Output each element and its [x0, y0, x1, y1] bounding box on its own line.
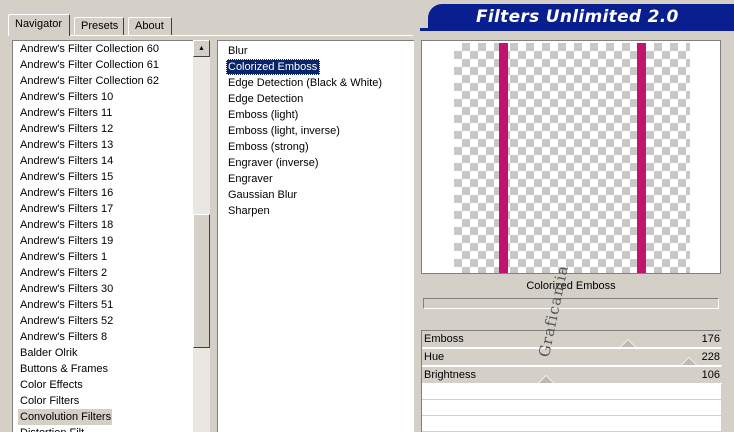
category-item[interactable]: Andrew's Filters 13 [13, 137, 193, 153]
title-banner-underline [420, 28, 734, 31]
category-item[interactable]: Andrew's Filters 30 [13, 281, 193, 297]
category-item[interactable]: Andrew's Filters 18 [13, 217, 193, 233]
filter-item[interactable]: Emboss (light, inverse) [218, 123, 414, 139]
param-value: 176 [701, 333, 720, 345]
preview-frame [421, 40, 721, 274]
filter-item[interactable]: Sharpen [218, 203, 414, 219]
category-scrollbar[interactable]: ▲ [193, 40, 210, 432]
filter-list[interactable]: Blur Colorized Emboss Edge Detection (Blac… [217, 40, 414, 432]
filter-item[interactable]: Colorized Emboss [226, 59, 320, 75]
scroll-up-button[interactable]: ▲ [193, 40, 210, 57]
category-item[interactable]: Andrew's Filters 19 [13, 233, 193, 249]
category-item[interactable]: Andrew's Filters 1 [13, 249, 193, 265]
category-item[interactable]: Andrew's Filter Collection 62 [13, 73, 193, 89]
arrow-up-icon: ▲ [198, 45, 205, 52]
category-item[interactable]: Andrew's Filters 14 [13, 153, 193, 169]
preview-image [454, 43, 690, 273]
category-item[interactable]: Andrew's Filters 2 [13, 265, 193, 281]
scroll-thumb[interactable] [193, 214, 210, 348]
filter-item[interactable]: Emboss (light) [218, 107, 414, 123]
slider-marker[interactable] [620, 339, 636, 347]
slider-marker[interactable] [538, 375, 554, 383]
param-row-emboss[interactable]: Emboss 176 [422, 331, 722, 348]
param-value: 228 [701, 351, 720, 363]
filter-item[interactable]: Blur [218, 43, 414, 59]
category-item[interactable]: Convolution Filters [18, 409, 112, 425]
category-item[interactable]: Andrew's Filter Collection 60 [13, 41, 193, 57]
param-row-brightness[interactable]: Brightness 106 [422, 367, 722, 384]
empty-param-row [422, 401, 722, 416]
filter-item[interactable]: Engraver [218, 171, 414, 187]
category-item[interactable]: Andrew's Filters 11 [13, 105, 193, 121]
category-item[interactable]: Color Filters [13, 393, 193, 409]
category-item[interactable]: Balder Olrik [13, 345, 193, 361]
category-list[interactable]: Andrew's Filter Collection 60 Andrew's Fi… [12, 40, 193, 432]
category-item[interactable]: Color Effects [13, 377, 193, 393]
filter-item[interactable]: Emboss (strong) [218, 139, 414, 155]
category-item[interactable]: Andrew's Filters 12 [13, 121, 193, 137]
category-item[interactable]: Andrew's Filters 10 [13, 89, 193, 105]
category-item[interactable]: Andrew's Filters 8 [13, 329, 193, 345]
category-item[interactable]: Andrew's Filter Collection 61 [13, 57, 193, 73]
param-value: 106 [701, 369, 720, 381]
category-item[interactable]: Buttons & Frames [13, 361, 193, 377]
progress-bar [423, 298, 719, 309]
filter-item[interactable]: Gaussian Blur [218, 187, 414, 203]
param-label: Emboss [424, 333, 464, 345]
category-item[interactable]: Andrew's Filters 52 [13, 313, 193, 329]
tab-label: Navigator [15, 18, 63, 30]
preview-stripe-left [499, 43, 508, 273]
tab-presets[interactable]: Presets [74, 17, 124, 36]
category-item[interactable]: Andrew's Filters 15 [13, 169, 193, 185]
app-title-banner: Filters Unlimited 2.0 [428, 4, 734, 29]
slider-marker[interactable] [681, 357, 697, 365]
filter-item[interactable]: Engraver (inverse) [218, 155, 414, 171]
tab-about[interactable]: About [128, 17, 172, 36]
preview-caption: Colorized Emboss [526, 280, 616, 292]
category-item[interactable]: Distortion Filt... [13, 425, 193, 432]
category-item[interactable]: Andrew's Filters 51 [13, 297, 193, 313]
preview-stripe-right [637, 43, 646, 273]
category-item[interactable]: Andrew's Filters 16 [13, 185, 193, 201]
empty-param-row [422, 417, 722, 432]
param-label: Hue [424, 351, 445, 363]
tab-navigator[interactable]: Navigator [8, 14, 70, 36]
filter-item[interactable]: Edge Detection [218, 91, 414, 107]
filter-item[interactable]: Edge Detection (Black & White) [218, 75, 414, 91]
app-title: Filters Unlimited 2.0 [476, 7, 679, 27]
parameter-panel: Emboss 176 Hue 228 Brightness 106 [421, 330, 722, 432]
empty-param-row [422, 385, 722, 400]
param-row-hue[interactable]: Hue 228 [422, 349, 722, 366]
param-label: Brightness [424, 369, 476, 381]
tab-label: About [135, 20, 164, 32]
tab-label: Presets [81, 20, 119, 32]
category-item[interactable]: Andrew's Filters 17 [13, 201, 193, 217]
